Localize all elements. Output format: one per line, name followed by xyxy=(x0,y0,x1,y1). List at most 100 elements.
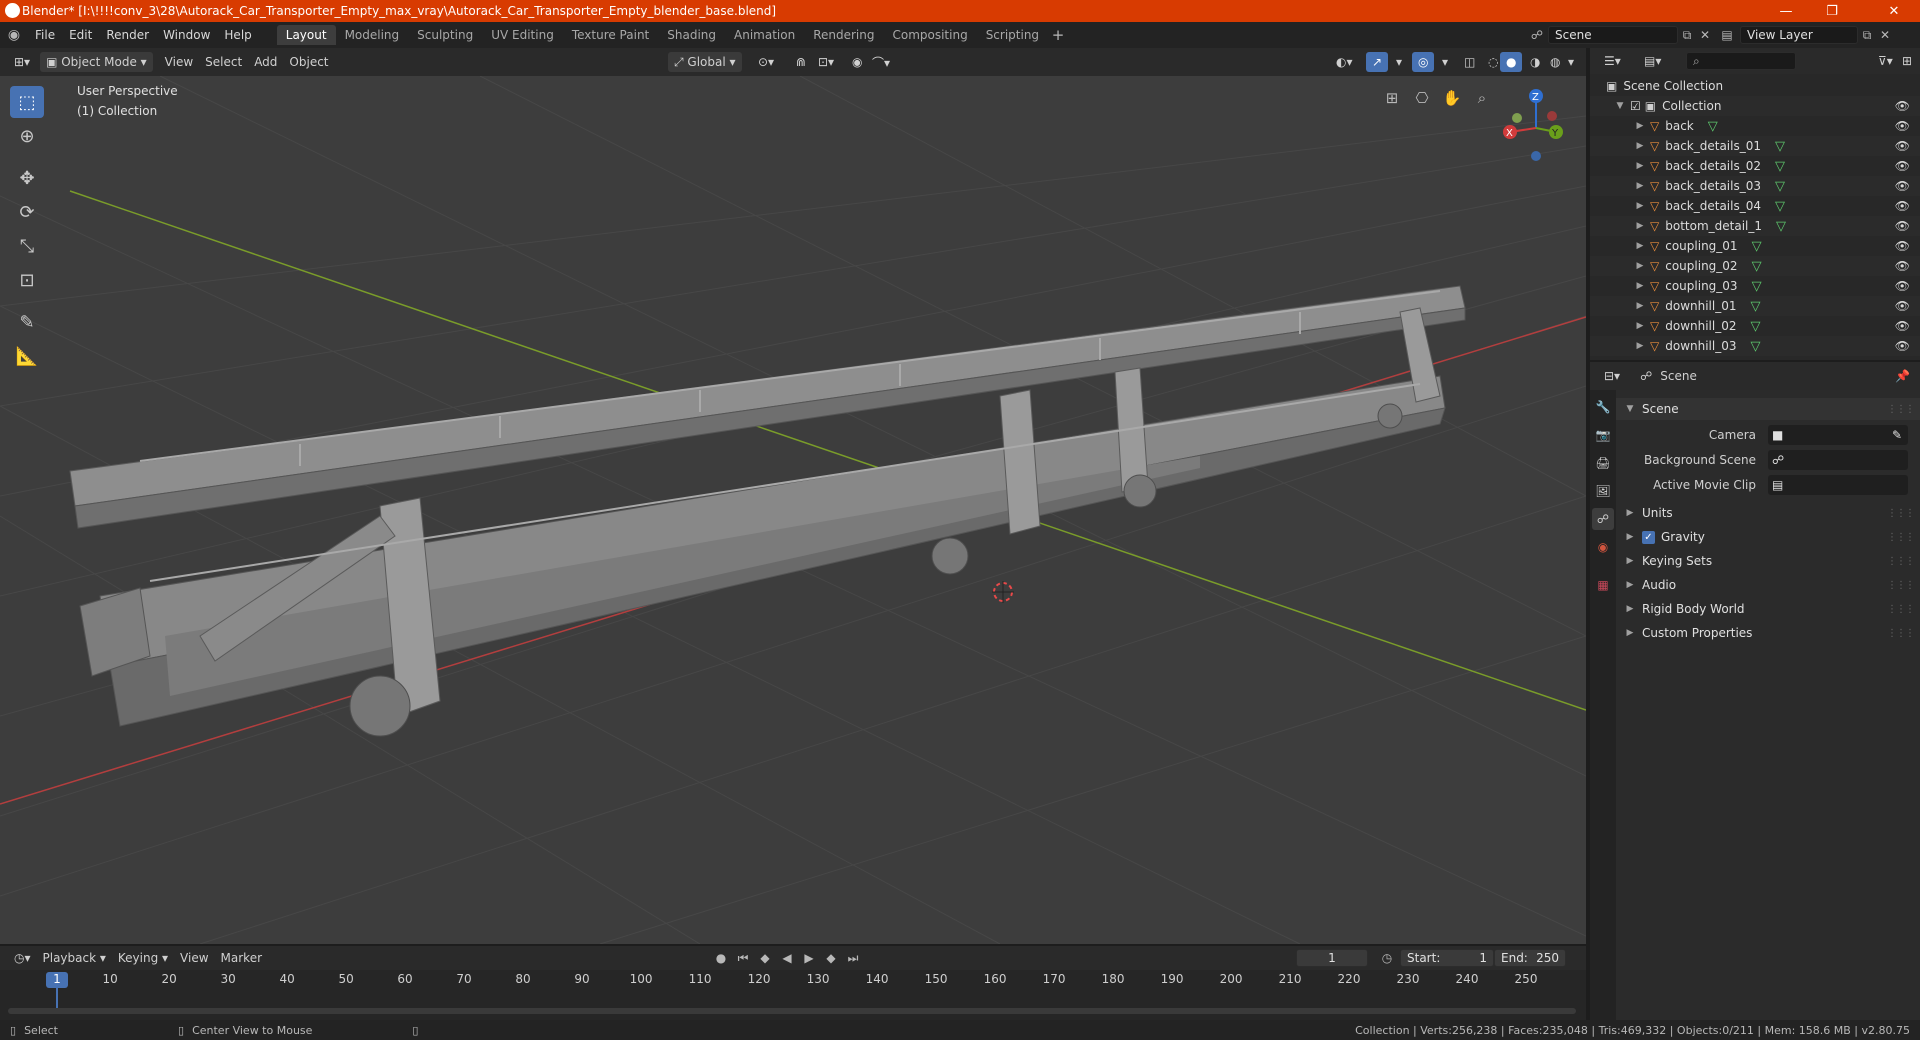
eye-icon[interactable]: 👁 xyxy=(1895,99,1910,113)
drag-handle-icon[interactable]: ⋮⋮⋮ xyxy=(1887,604,1915,615)
menu-edit[interactable]: Edit xyxy=(62,28,99,42)
filter-icon[interactable]: ⊽▾ xyxy=(1872,51,1899,71)
annotate-tool-icon[interactable]: ✎ xyxy=(10,306,44,338)
gizmo-toggle-icon[interactable]: ↗ xyxy=(1366,52,1389,72)
mesh-data-icon[interactable]: ▽ xyxy=(1775,179,1785,194)
minimize-button[interactable]: — xyxy=(1764,0,1808,22)
delete-view-layer-icon[interactable]: ✕ xyxy=(1876,28,1894,42)
view-layer-icon[interactable]: ▤ xyxy=(1714,28,1740,42)
autorack-car-transporter-model[interactable] xyxy=(69,285,1466,737)
scene-selector[interactable]: Scene xyxy=(1548,26,1678,44)
property-section-header[interactable]: ▶ Rigid Body World ⋮⋮⋮ xyxy=(1616,598,1920,620)
clock-icon[interactable]: ◷ xyxy=(1378,948,1396,968)
current-frame-field[interactable]: 1 xyxy=(1296,949,1368,967)
texture-tab-icon[interactable]: ▦ xyxy=(1592,574,1614,596)
view-layer-selector[interactable]: View Layer xyxy=(1740,26,1858,44)
rotate-tool-icon[interactable]: ⟳ xyxy=(10,196,44,228)
expand-object-icon[interactable]: ▶ xyxy=(1634,141,1646,151)
mesh-data-icon[interactable]: ▽ xyxy=(1775,139,1785,154)
outliner-object-row[interactable]: ▶ ▽ back_details_01 ▽ 👁 xyxy=(1590,136,1920,156)
eye-icon[interactable]: 👁 xyxy=(1895,139,1910,153)
gizmo-dropdown-icon[interactable]: ▾ xyxy=(1390,52,1408,72)
overlay-dropdown-icon[interactable]: ▾ xyxy=(1436,52,1454,72)
outliner-collection[interactable]: ▼ ☑ ▣ Collection 👁 xyxy=(1590,96,1920,116)
menu-help[interactable]: Help xyxy=(217,28,258,42)
outliner-object-row[interactable]: ▶ ▽ coupling_02 ▽ 👁 xyxy=(1590,256,1920,276)
drag-handle-icon[interactable]: ⋮⋮⋮ xyxy=(1887,508,1915,519)
tab-shading[interactable]: Shading xyxy=(658,25,725,45)
transform-tool-icon[interactable]: ⊡ xyxy=(10,264,44,296)
expand-object-icon[interactable]: ▶ xyxy=(1634,321,1646,331)
outliner-object-row[interactable]: ▶ ▽ bottom_detail_1 ▽ 👁 xyxy=(1590,216,1920,236)
drag-handle-icon[interactable]: ⋮⋮⋮ xyxy=(1887,404,1915,415)
menu-playback[interactable]: Playback ▾ xyxy=(37,948,112,968)
outliner-editor-icon[interactable]: ☰▾ xyxy=(1598,51,1627,71)
3d-viewport[interactable]: Z X Y User Perspective (1) Collection ⊞ … xyxy=(0,76,1586,944)
outliner-search-input[interactable]: ⌕ xyxy=(1686,52,1796,70)
eye-icon[interactable]: 👁 xyxy=(1895,119,1910,133)
expand-object-icon[interactable]: ▶ xyxy=(1634,121,1646,131)
camera-view-icon[interactable]: ⎔ xyxy=(1410,86,1434,110)
add-workspace-icon[interactable]: + xyxy=(1048,26,1068,44)
blender-menu-icon[interactable]: ◉ xyxy=(0,27,28,43)
menu-object[interactable]: Object xyxy=(283,52,334,72)
mesh-data-icon[interactable]: ▽ xyxy=(1751,319,1761,334)
orientation-selector[interactable]: ⤢ Global ▾ xyxy=(668,52,742,72)
snap-target-icon[interactable]: ⊡▾ xyxy=(812,52,840,72)
eye-icon[interactable]: 👁 xyxy=(1895,179,1910,193)
properties-editor-icon[interactable]: ⊟▾ xyxy=(1598,366,1626,386)
mesh-data-icon[interactable]: ▽ xyxy=(1752,279,1762,294)
start-frame-field[interactable]: Start: 1 xyxy=(1400,949,1494,967)
eye-icon[interactable]: 👁 xyxy=(1895,279,1910,293)
cursor-tool-icon[interactable]: ⊕ xyxy=(10,120,44,152)
scale-tool-icon[interactable]: ⤡ xyxy=(10,230,44,262)
property-section-header[interactable]: ▶ Custom Properties ⋮⋮⋮ xyxy=(1616,622,1920,644)
scene-panel-header[interactable]: ▼ Scene ⋮⋮⋮ xyxy=(1616,398,1920,420)
expand-object-icon[interactable]: ▶ xyxy=(1634,341,1646,351)
background-scene-field[interactable]: ☍ xyxy=(1768,450,1908,470)
jump-start-icon[interactable]: ⏮ xyxy=(734,948,752,968)
tab-scripting[interactable]: Scripting xyxy=(977,25,1048,45)
eye-icon[interactable]: 👁 xyxy=(1895,259,1910,273)
drag-handle-icon[interactable]: ⋮⋮⋮ xyxy=(1887,580,1915,591)
menu-window[interactable]: Window xyxy=(156,28,217,42)
mesh-data-icon[interactable]: ▽ xyxy=(1752,259,1762,274)
property-section-header[interactable]: ▶ Units ⋮⋮⋮ xyxy=(1616,502,1920,524)
move-tool-icon[interactable]: ✥ xyxy=(10,162,44,194)
maximize-button[interactable]: ❐ xyxy=(1810,0,1854,22)
prev-keyframe-icon[interactable]: ◆ xyxy=(756,948,774,968)
eye-icon[interactable]: 👁 xyxy=(1895,219,1910,233)
tab-modeling[interactable]: Modeling xyxy=(336,25,409,45)
overlay-toggle-icon[interactable]: ◎ xyxy=(1412,52,1435,72)
menu-select[interactable]: Select xyxy=(199,52,248,72)
expand-collection-icon[interactable]: ▼ xyxy=(1614,101,1626,111)
menu-timeline-view[interactable]: View xyxy=(174,948,214,968)
close-button[interactable]: ✕ xyxy=(1872,0,1916,22)
eye-icon[interactable]: 👁 xyxy=(1895,159,1910,173)
tab-layout[interactable]: Layout xyxy=(276,25,336,45)
xray-icon[interactable]: ◫ xyxy=(1458,52,1481,72)
property-section-header[interactable]: ▶ ✓ Gravity ⋮⋮⋮ xyxy=(1616,526,1920,548)
timeline-body[interactable]: 1 10 20 30 40 50 60 70 80 90 100 110 120 130 140 150 160… xyxy=(0,970,1586,1020)
view-layer-tab-icon[interactable]: 🖼 xyxy=(1592,480,1614,502)
next-keyframe-icon[interactable]: ◆ xyxy=(822,948,840,968)
grid-view-icon[interactable]: ⊞ xyxy=(1380,86,1404,110)
menu-view[interactable]: View xyxy=(159,52,199,72)
new-scene-icon[interactable]: ⧉ xyxy=(1678,28,1696,43)
pivot-icon[interactable]: ⊙▾ xyxy=(752,52,780,72)
measure-tool-icon[interactable]: 📐 xyxy=(10,340,44,372)
mesh-data-icon[interactable]: ▽ xyxy=(1751,299,1761,314)
property-section-header[interactable]: ▶ Audio ⋮⋮⋮ xyxy=(1616,574,1920,596)
snap-icon[interactable]: ⋒ xyxy=(790,52,812,72)
tab-texture-paint[interactable]: Texture Paint xyxy=(563,25,658,45)
falloff-icon[interactable]: ⌒▾ xyxy=(866,52,896,72)
solid-shading-icon[interactable]: ● xyxy=(1500,52,1523,72)
display-mode-icon[interactable]: ▤▾ xyxy=(1638,51,1667,71)
delete-scene-icon[interactable]: ✕ xyxy=(1696,28,1714,42)
mesh-data-icon[interactable]: ▽ xyxy=(1775,159,1785,174)
tool-tab-icon[interactable]: 🔧 xyxy=(1592,396,1614,418)
checkbox-icon[interactable]: ☑ xyxy=(1630,99,1641,113)
zoom-icon[interactable]: ⌕ xyxy=(1470,86,1494,110)
eye-icon[interactable]: 👁 xyxy=(1895,319,1910,333)
expand-object-icon[interactable]: ▶ xyxy=(1634,241,1646,251)
